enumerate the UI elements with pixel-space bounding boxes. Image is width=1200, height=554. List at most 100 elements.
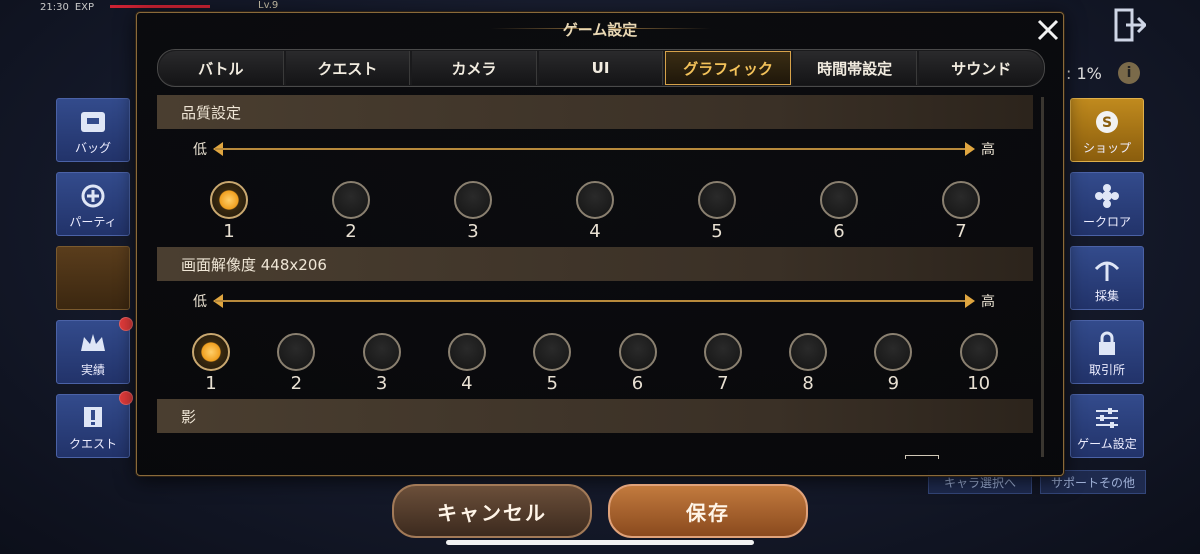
game-settings-dialog: ゲーム設定 バトル クエスト カメラ UI グラフィック 時間帯設定 サウンド … — [136, 12, 1064, 476]
content-scrollbar[interactable] — [1041, 97, 1044, 457]
resolution-option-label: 8 — [802, 373, 814, 394]
resolution-scale: 低 高 — [157, 291, 1033, 310]
cancel-button[interactable]: キャンセル — [392, 484, 592, 538]
resolution-option-3[interactable]: 3 — [360, 333, 404, 394]
quality-option-4[interactable]: 4 — [573, 181, 617, 242]
resolution-option-6[interactable]: 6 — [616, 333, 660, 394]
quality-scale: 低 高 — [157, 139, 1033, 158]
crown-icon — [81, 334, 105, 351]
quality-option-knob — [332, 181, 370, 219]
game-settings-button[interactable]: ゲーム設定 — [1070, 394, 1144, 458]
tab-ui[interactable]: UI — [538, 51, 664, 85]
party-button[interactable]: パーティ — [56, 172, 130, 236]
resolution-option-8[interactable]: 8 — [786, 333, 830, 394]
close-icon[interactable] — [1033, 15, 1063, 45]
resolution-option-knob — [789, 333, 828, 371]
quality-option-1[interactable]: 1 — [207, 181, 251, 242]
resolution-option-2[interactable]: 2 — [274, 333, 318, 394]
quality-high-label: 高 — [981, 142, 995, 158]
resolution-option-label: 5 — [546, 373, 558, 394]
resolution-low-label: 低 — [193, 294, 207, 310]
quality-option-3[interactable]: 3 — [451, 181, 495, 242]
quality-option-knob — [820, 181, 858, 219]
quality-option-label: 3 — [467, 221, 479, 242]
bag-label: バッグ — [74, 141, 111, 155]
notification-dot — [119, 391, 133, 405]
resolution-option-9[interactable]: 9 — [871, 333, 915, 394]
game-settings-label: ゲーム設定 — [1077, 437, 1137, 451]
quality-option-knob — [942, 181, 980, 219]
tab-graphics[interactable]: グラフィック — [665, 51, 791, 85]
quality-option-6[interactable]: 6 — [817, 181, 861, 242]
dialog-title: ゲーム設定 — [562, 21, 638, 39]
status-exp-label: EXP — [74, 1, 95, 13]
party-label: パーティ — [69, 215, 117, 229]
resolution-option-1[interactable]: 1 — [189, 333, 233, 394]
lore-button[interactable]: ークロア — [1070, 172, 1144, 236]
party-icon — [81, 184, 105, 208]
tab-camera[interactable]: カメラ — [412, 51, 537, 85]
quality-option-label: 1 — [223, 221, 235, 242]
resolution-option-label: 7 — [717, 373, 729, 394]
resolution-option-label: 10 — [967, 373, 991, 394]
resolution-option-knob — [447, 333, 486, 371]
quest-button[interactable]: クエスト — [56, 391, 133, 458]
hud-percent: : 1% — [1066, 64, 1102, 83]
resolution-option-label: 1 — [205, 373, 217, 394]
quality-option-5[interactable]: 5 — [695, 181, 739, 242]
quality-option-label: 4 — [589, 221, 601, 242]
home-indicator[interactable] — [446, 540, 754, 545]
exp-bar — [110, 5, 210, 8]
resolution-option-label: 2 — [290, 373, 303, 394]
status-bar: 21:30 EXP — [40, 0, 94, 14]
shadow-checkbox[interactable] — [905, 455, 939, 459]
resolution-option-knob — [192, 333, 230, 371]
svg-text:S: S — [1102, 115, 1112, 131]
player-level: Lv.9 — [258, 0, 279, 11]
settings-tabs: バトル クエスト カメラ UI グラフィック 時間帯設定 サウンド — [157, 49, 1045, 87]
side-button-brown[interactable] — [56, 246, 130, 310]
tab-sound[interactable]: サウンド — [919, 51, 1044, 85]
quality-option-knob — [698, 181, 736, 219]
settings-content: 品質設定 低 高 1 2 3 4 5 6 7 画面解像度 448x206 低 高 1 2 3 4 5… — [157, 93, 1035, 459]
shop-button[interactable]: S ショップ — [1070, 98, 1144, 162]
info-icon[interactable]: i — [1118, 62, 1140, 84]
resolution-option-label: 4 — [461, 373, 473, 394]
quest-icon — [84, 407, 102, 427]
quality-option-7[interactable]: 7 — [939, 181, 983, 242]
resolution-high-label: 高 — [981, 294, 995, 310]
gather-label: 採集 — [1094, 289, 1119, 303]
exchange-button[interactable]: 取引所 — [1070, 320, 1144, 384]
quality-option-knob — [210, 181, 248, 219]
achievements-label: 実績 — [80, 363, 105, 377]
shop-label: ショップ — [1082, 141, 1131, 155]
resolution-option-4[interactable]: 4 — [445, 333, 489, 394]
quest-label: クエスト — [68, 437, 117, 451]
bag-button[interactable]: バッグ — [56, 98, 130, 162]
achievements-button[interactable]: 実績 — [56, 317, 133, 384]
lore-label: ークロア — [1082, 215, 1131, 229]
shadow-section-header: 影 — [157, 399, 1033, 433]
tab-quest[interactable]: クエスト — [285, 51, 411, 85]
quality-option-label: 7 — [955, 221, 967, 242]
exchange-label: 取引所 — [1088, 363, 1125, 377]
exit-icon[interactable] — [1114, 8, 1146, 42]
flower-icon — [1095, 184, 1119, 208]
resolution-option-label: 3 — [375, 373, 388, 394]
resolution-option-knob — [362, 333, 401, 371]
resolution-option-label: 9 — [887, 373, 900, 394]
bag-icon — [81, 112, 105, 132]
save-button[interactable]: 保存 — [608, 484, 808, 538]
resolution-option-10[interactable]: 10 — [957, 333, 1001, 394]
tab-battle[interactable]: バトル — [159, 51, 284, 85]
quality-option-2[interactable]: 2 — [329, 181, 373, 242]
quality-low-label: 低 — [193, 142, 207, 158]
gather-button[interactable]: 採集 — [1070, 246, 1144, 310]
resolution-option-5[interactable]: 5 — [530, 333, 574, 394]
tab-time-settings[interactable]: 時間帯設定 — [792, 51, 918, 85]
gather-icon — [1094, 261, 1120, 281]
resolution-option-7[interactable]: 7 — [701, 333, 745, 394]
quality-option-knob — [576, 181, 614, 219]
quality-option-knob — [454, 181, 492, 219]
arrow-right-icon — [965, 142, 975, 156]
